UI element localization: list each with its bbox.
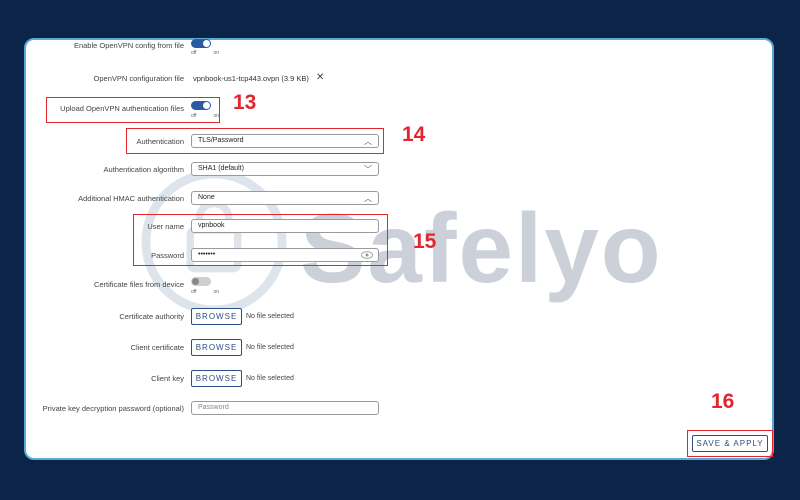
auth-algorithm-select[interactable]: SHA1 (default) ﹀ bbox=[191, 162, 379, 176]
toggle-off-label: off bbox=[191, 50, 197, 56]
config-file-label: OpenVPN configuration file bbox=[93, 74, 184, 83]
client-key-label: Client key bbox=[151, 374, 184, 383]
toggle-on-label: on bbox=[213, 50, 219, 56]
chevron-up-icon: ︿ bbox=[364, 194, 372, 203]
cert-from-device-toggle[interactable] bbox=[191, 277, 211, 286]
client-cert-browse-button[interactable]: BROWSE bbox=[191, 339, 242, 356]
client-cert-status: No file selected bbox=[246, 344, 294, 351]
hmac-value: None bbox=[198, 194, 215, 201]
chevron-down-icon: ﹀ bbox=[364, 165, 372, 174]
toggle-labels: off on bbox=[191, 50, 219, 56]
annotation-14: 14 bbox=[402, 123, 426, 146]
config-file-name: vpnbook-us1-tcp443.ovpn (3.9 KB) bbox=[193, 74, 309, 83]
key-password-label: Private key decryption password (optiona… bbox=[42, 404, 184, 413]
annotation-15: 15 bbox=[413, 230, 437, 253]
cert-authority-browse-button[interactable]: BROWSE bbox=[191, 308, 242, 325]
toggle-on-label: on bbox=[213, 289, 219, 295]
enable-config-toggle[interactable] bbox=[191, 39, 211, 48]
toggle-off-label: off bbox=[191, 289, 197, 295]
client-cert-label: Client certificate bbox=[130, 343, 184, 352]
key-password-input[interactable]: Password bbox=[191, 401, 379, 415]
hmac-select[interactable]: None ︿ bbox=[191, 191, 379, 205]
cert-authority-label: Certificate authority bbox=[119, 312, 184, 321]
auth-algorithm-label: Authentication algorithm bbox=[103, 165, 184, 174]
annotation-16: 16 bbox=[711, 390, 735, 413]
annotation-13: 13 bbox=[233, 91, 257, 114]
highlight-box-13 bbox=[46, 97, 220, 123]
toggle-knob bbox=[203, 40, 210, 47]
auth-algorithm-value: SHA1 (default) bbox=[198, 165, 244, 172]
remove-file-icon[interactable]: ✕ bbox=[316, 72, 324, 83]
hmac-label: Additional HMAC authentication bbox=[78, 194, 184, 203]
enable-config-label: Enable OpenVPN config from file bbox=[73, 41, 184, 50]
client-key-status: No file selected bbox=[246, 375, 294, 382]
save-apply-button[interactable]: SAVE & APPLY bbox=[692, 435, 768, 452]
cert-authority-status: No file selected bbox=[246, 313, 294, 320]
client-key-browse-button[interactable]: BROWSE bbox=[191, 370, 242, 387]
highlight-box-14 bbox=[126, 128, 384, 154]
toggle-labels: off on bbox=[191, 289, 219, 295]
highlight-box-15 bbox=[133, 214, 388, 266]
cert-from-device-label: Certificate files from device bbox=[93, 280, 184, 289]
toggle-knob bbox=[192, 278, 199, 285]
